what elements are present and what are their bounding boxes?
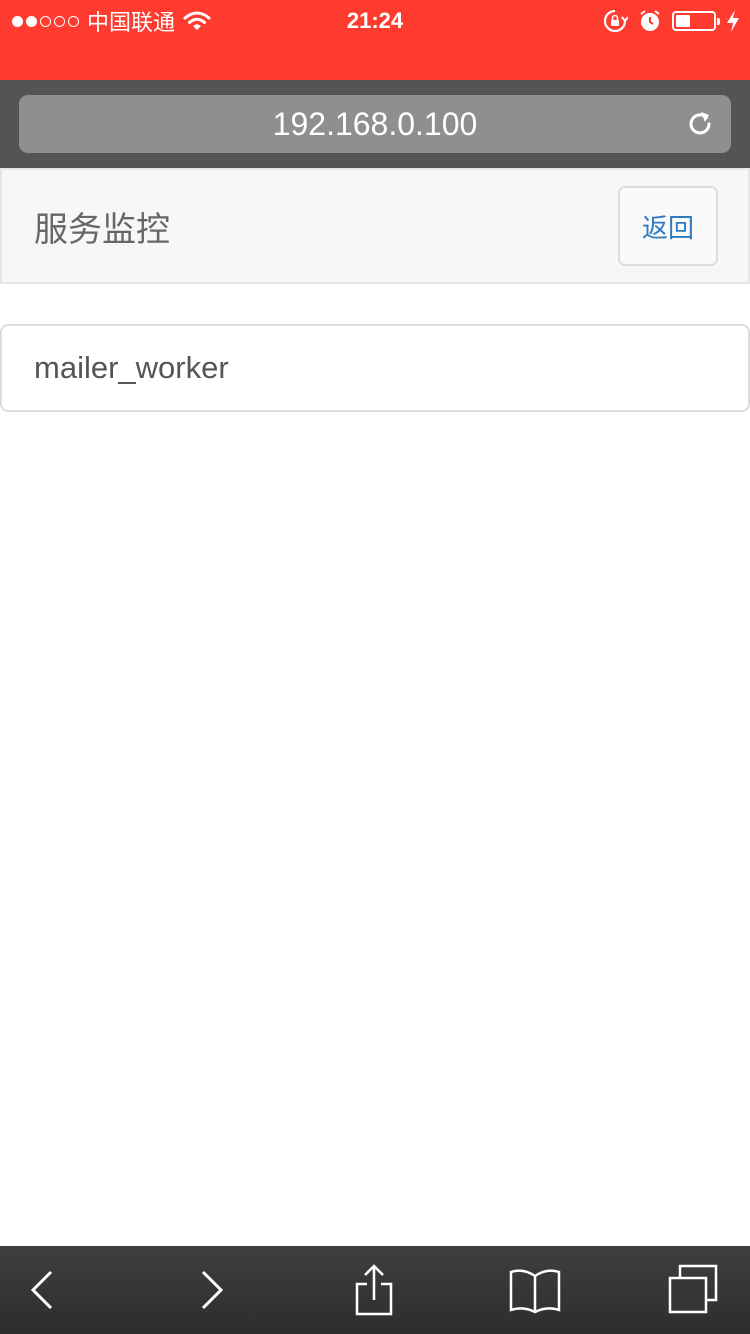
alarm-icon [640, 10, 660, 31]
url-field[interactable]: 192.168.0.100 [19, 95, 731, 153]
status-right [602, 6, 740, 36]
tabs-icon[interactable] [668, 1264, 720, 1316]
bookmarks-icon[interactable] [509, 1264, 561, 1316]
service-item[interactable]: mailer_worker [0, 324, 750, 412]
charging-bolt-icon [727, 10, 739, 32]
page-header: 服务监控 返回 [0, 168, 750, 284]
forward-arrow-icon[interactable] [185, 1264, 237, 1316]
page-title: 服务监控 [34, 210, 170, 250]
url-text[interactable]: 192.168.0.100 [19, 95, 731, 153]
service-list: mailer_worker [0, 324, 750, 412]
share-icon[interactable] [348, 1264, 400, 1316]
back-arrow-icon[interactable] [17, 1264, 69, 1316]
address-bar: 192.168.0.100 [0, 80, 750, 168]
battery-icon [672, 11, 720, 31]
reload-icon[interactable] [683, 107, 717, 141]
status-bar: 中国联通 21:24 [0, 0, 750, 80]
browser-toolbar [0, 1246, 750, 1334]
orientation-lock-icon [603, 9, 628, 33]
back-button[interactable]: 返回 [618, 186, 718, 266]
